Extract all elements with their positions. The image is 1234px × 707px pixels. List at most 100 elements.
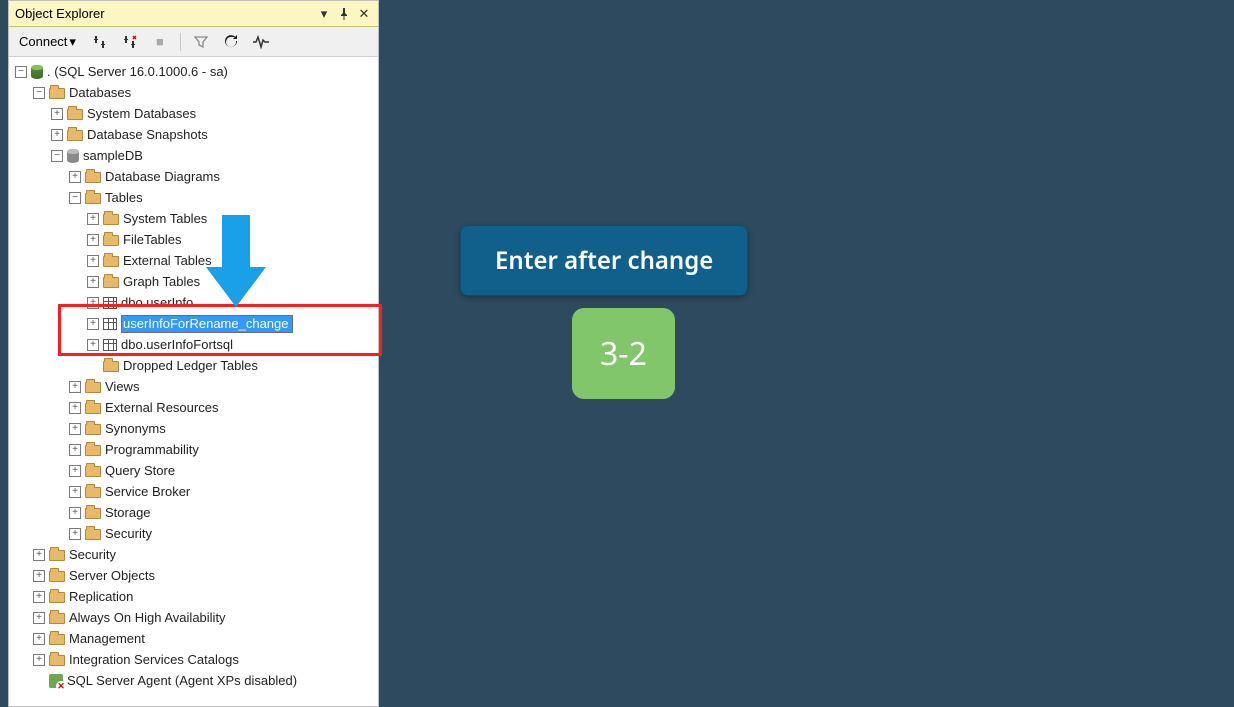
folder-icon [85,445,101,456]
close-icon[interactable]: ✕ [354,4,374,24]
expand-icon[interactable]: + [33,570,45,582]
tree-node-databases[interactable]: − Databases [9,82,378,103]
tree-node-service-broker[interactable]: + Service Broker [9,481,378,502]
folder-icon [49,571,65,582]
expand-icon[interactable]: + [69,507,81,519]
tree-node-server-objects[interactable]: + Server Objects [9,565,378,586]
tree-node-security[interactable]: + Security [9,544,378,565]
tree-label: Databases [69,85,131,100]
folder-icon [49,613,65,624]
collapse-icon[interactable]: − [33,87,45,99]
tree-node-filetables[interactable]: + FileTables [9,229,378,250]
tree-node-dbo-userinfofortsql[interactable]: + dbo.userInfoFortsql [9,334,378,355]
tree-node-external-tables[interactable]: + External Tables [9,250,378,271]
tree-node-system-databases[interactable]: + System Databases [9,103,378,124]
connect-label: Connect [19,34,67,49]
tree-node-external-resources[interactable]: + External Resources [9,397,378,418]
expand-icon[interactable]: + [87,234,99,246]
expand-icon[interactable]: + [69,444,81,456]
tree-node-management[interactable]: + Management [9,628,378,649]
expand-icon[interactable]: + [69,528,81,540]
collapse-icon[interactable]: − [15,66,27,78]
tree-node-database-diagrams[interactable]: + Database Diagrams [9,166,378,187]
tree-label: Graph Tables [123,274,200,289]
tree-node-server[interactable]: − . (SQL Server 16.0.1000.6 - sa) [9,61,378,82]
expand-icon[interactable]: + [33,612,45,624]
rename-input[interactable] [121,315,293,333]
tree-label: Dropped Ledger Tables [123,358,258,373]
tree-label: Query Store [105,463,175,478]
folder-icon [85,508,101,519]
expand-icon[interactable]: + [87,339,99,351]
panel-toolbar: Connect ▾ ■ [9,27,378,57]
tree-node-sampledb[interactable]: − sampleDB [9,145,378,166]
expand-icon[interactable]: + [51,129,63,141]
expand-icon[interactable]: + [51,108,63,120]
tree-node-programmability[interactable]: + Programmability [9,439,378,460]
tree-node-sql-server-agent[interactable]: SQL Server Agent (Agent XPs disabled) [9,670,378,691]
tree-node-integration-services[interactable]: + Integration Services Catalogs [9,649,378,670]
expand-icon[interactable]: + [69,381,81,393]
folder-icon [103,256,119,267]
expand-icon[interactable]: + [33,633,45,645]
tree-node-graph-tables[interactable]: + Graph Tables [9,271,378,292]
tree-node-replication[interactable]: + Replication [9,586,378,607]
expand-icon[interactable]: + [87,213,99,225]
folder-icon [85,466,101,477]
collapse-icon[interactable]: − [51,150,63,162]
folder-icon [67,109,83,120]
tree-node-synonyms[interactable]: + Synonyms [9,418,378,439]
tree-node-always-on[interactable]: + Always On High Availability [9,607,378,628]
expand-icon[interactable]: + [69,171,81,183]
tree-node-dropped-ledger-tables[interactable]: Dropped Ledger Tables [9,355,378,376]
tree-node-dbo-userinfo[interactable]: + dbo.userInfo [9,292,378,313]
expand-icon[interactable]: + [69,423,81,435]
folder-icon [85,172,101,183]
expand-icon[interactable]: + [33,654,45,666]
collapse-icon[interactable]: − [69,192,81,204]
tree-node-tables[interactable]: − Tables [9,187,378,208]
tree-label: Security [69,547,116,562]
activity-icon[interactable] [251,32,271,52]
tree-node-storage[interactable]: + Storage [9,502,378,523]
folder-icon [103,214,119,225]
disconnect-icon[interactable] [120,32,140,52]
tree-label: . (SQL Server 16.0.1000.6 - sa) [47,64,228,79]
expand-icon[interactable]: + [69,402,81,414]
expand-icon[interactable]: + [87,297,99,309]
agent-disabled-icon [49,674,63,688]
connect-icon[interactable] [90,32,110,52]
folder-icon [49,592,65,603]
folder-icon [103,235,119,246]
tree-label: Replication [69,589,133,604]
stop-icon[interactable]: ■ [150,32,170,52]
pin-icon[interactable] [334,4,354,24]
tree-node-system-tables[interactable]: + System Tables [9,208,378,229]
expand-icon[interactable]: + [87,276,99,288]
tree-node-views[interactable]: + Views [9,376,378,397]
expand-icon[interactable]: + [33,549,45,561]
tree-node-database-snapshots[interactable]: + Database Snapshots [9,124,378,145]
expand-icon[interactable]: + [87,255,99,267]
tree-node-security-db[interactable]: + Security [9,523,378,544]
expand-icon[interactable]: + [69,465,81,477]
tree-label: Integration Services Catalogs [69,652,239,667]
tree-node-rename-target[interactable]: + [9,313,378,334]
folder-icon [85,193,101,204]
annotation-callout: Enter after change [460,225,748,296]
table-icon [103,297,117,309]
folder-icon [85,382,101,393]
expand-icon[interactable]: + [87,318,99,330]
filter-icon[interactable] [191,32,211,52]
tree-node-query-store[interactable]: + Query Store [9,460,378,481]
tree-view[interactable]: − . (SQL Server 16.0.1000.6 - sa) − Data… [9,57,378,706]
window-options-icon[interactable]: ▾ [314,4,334,24]
tree-label: System Databases [87,106,196,121]
expand-icon[interactable]: + [69,486,81,498]
folder-icon [49,88,65,99]
tree-label: Server Objects [69,568,155,583]
refresh-icon[interactable] [221,32,241,52]
toolbar-separator [180,33,181,51]
expand-icon[interactable]: + [33,591,45,603]
connect-dropdown[interactable]: Connect ▾ [15,32,80,52]
